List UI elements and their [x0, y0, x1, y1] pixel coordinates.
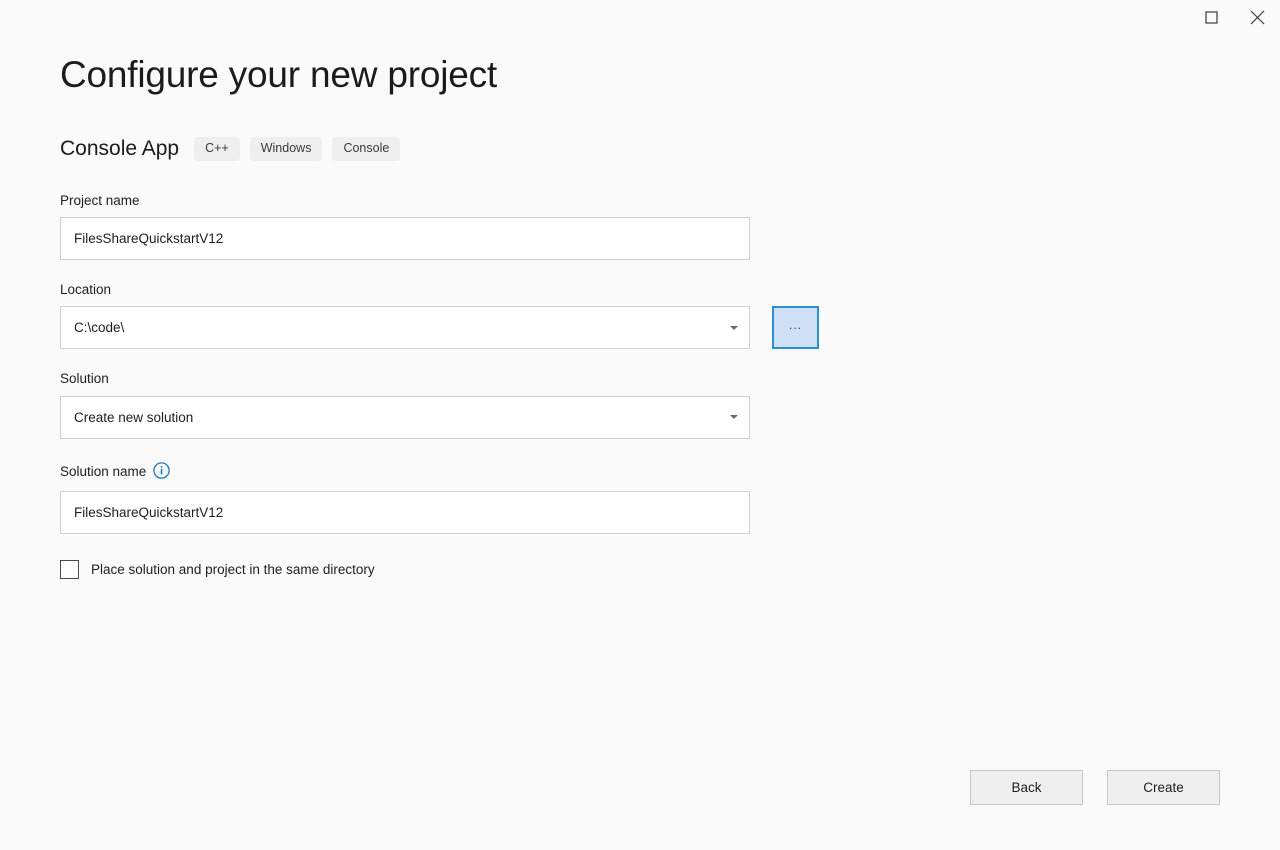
configure-project-form: Project name FilesShareQuickstartV12 Loc…	[60, 193, 820, 579]
location-combobox[interactable]: C:\code\	[60, 306, 750, 349]
tag-language: C++	[194, 137, 240, 161]
same-directory-row[interactable]: Place solution and project in the same d…	[60, 560, 820, 579]
template-name: Console App	[60, 138, 179, 159]
tag-project-type: Console	[332, 137, 400, 161]
window-titlebar	[0, 0, 1280, 42]
maximize-icon	[1205, 11, 1218, 24]
solution-name-label: Solution name	[60, 464, 146, 480]
solution-label: Solution	[60, 371, 820, 387]
browse-location-button[interactable]: ...	[772, 306, 819, 349]
page-title: Configure your new project	[60, 52, 497, 98]
solution-name-value: FilesShareQuickstartV12	[74, 505, 736, 520]
info-icon[interactable]	[153, 462, 170, 483]
project-name-value: FilesShareQuickstartV12	[74, 231, 736, 246]
tag-platform: Windows	[250, 137, 323, 161]
project-name-label: Project name	[60, 193, 820, 209]
project-name-input[interactable]: FilesShareQuickstartV12	[60, 217, 750, 260]
location-label: Location	[60, 282, 820, 298]
chevron-down-icon	[730, 415, 738, 419]
close-icon	[1250, 10, 1265, 25]
template-summary: Console App C++ Windows Console	[60, 137, 400, 161]
same-directory-checkbox[interactable]	[60, 560, 79, 579]
dialog-footer: Back Create	[970, 770, 1220, 805]
solution-value: Create new solution	[74, 410, 719, 425]
location-value: C:\code\	[74, 320, 719, 335]
create-button[interactable]: Create	[1107, 770, 1220, 805]
chevron-down-icon	[730, 326, 738, 330]
solution-name-input[interactable]: FilesShareQuickstartV12	[60, 491, 750, 534]
back-button[interactable]: Back	[970, 770, 1083, 805]
location-row: C:\code\ ...	[60, 306, 820, 349]
solution-name-label-row: Solution name	[60, 462, 820, 483]
solution-combobox[interactable]: Create new solution	[60, 396, 750, 439]
close-button[interactable]	[1234, 0, 1280, 34]
same-directory-label: Place solution and project in the same d…	[91, 562, 375, 577]
maximize-button[interactable]	[1188, 0, 1234, 34]
